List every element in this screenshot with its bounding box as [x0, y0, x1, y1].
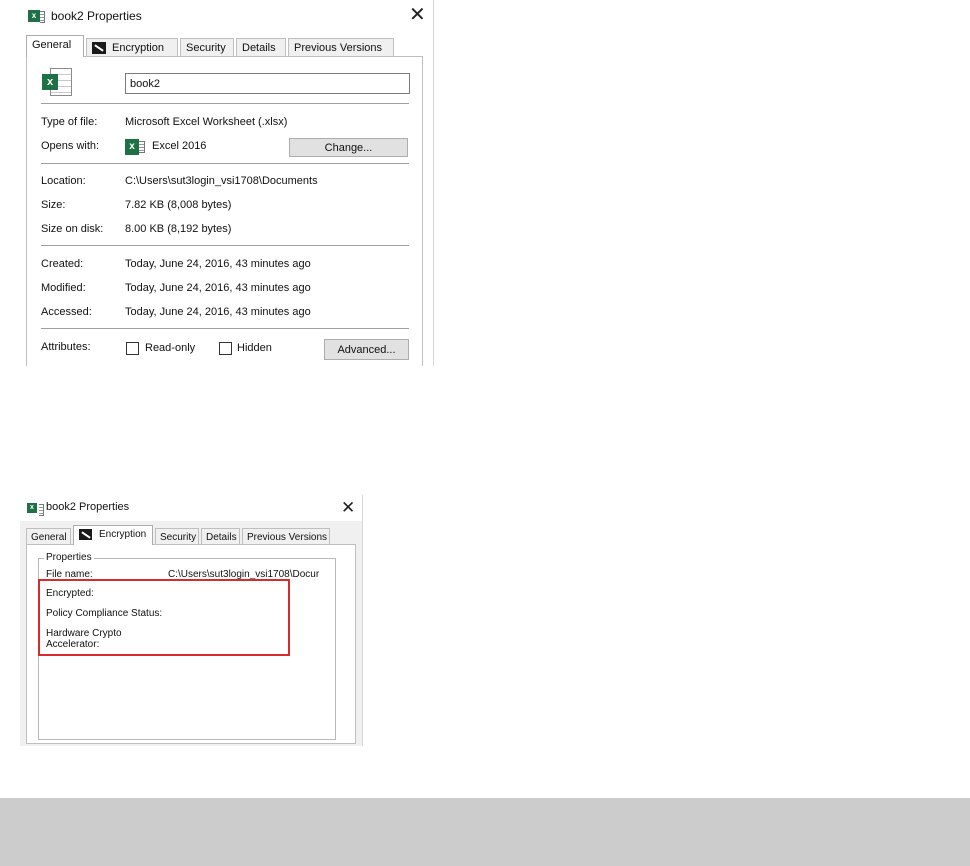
tab-previous-versions[interactable]: Previous Versions	[242, 528, 330, 545]
tab-general[interactable]: General	[26, 528, 71, 545]
excel-app-icon: x	[125, 139, 145, 155]
window-title: book2 Properties	[46, 501, 130, 513]
advanced-button[interactable]: Advanced...	[324, 339, 409, 360]
tab-security[interactable]: Security	[155, 528, 199, 545]
file-name-input[interactable]	[125, 73, 410, 94]
excel-file-icon: x	[42, 68, 72, 96]
tab-details[interactable]: Details	[236, 38, 286, 57]
properties-dialog-general: x book2 Properties ✕ General Encryption …	[16, 0, 434, 366]
change-button[interactable]: Change...	[289, 138, 408, 157]
divider	[41, 163, 409, 164]
readonly-label: Read-only	[145, 342, 196, 354]
location-value: C:\Users\sut3login_vsi1708\Documents	[125, 175, 318, 187]
size-value: 7.82 KB (8,008 bytes)	[125, 199, 232, 211]
excel-icon: x	[27, 503, 44, 516]
encryption-icon	[92, 42, 106, 54]
tab-encryption-label: Encryption	[112, 42, 164, 54]
divider	[41, 245, 409, 246]
hidden-label: Hidden	[237, 342, 272, 354]
tab-encryption[interactable]: Encryption	[86, 38, 178, 57]
tab-details[interactable]: Details	[201, 528, 240, 545]
bottom-band	[0, 798, 970, 866]
type-of-file-label: Type of file:	[41, 116, 98, 128]
divider	[41, 103, 409, 104]
divider	[41, 328, 409, 329]
title-bar: x book2 Properties ✕	[20, 495, 362, 521]
highlight-box	[38, 579, 290, 656]
size-on-disk-value: 8.00 KB (8,192 bytes)	[125, 223, 232, 235]
tab-security[interactable]: Security	[180, 38, 234, 57]
groupbox-title: Properties	[44, 552, 94, 563]
tab-general[interactable]: General	[26, 35, 84, 57]
excel-icon: x	[28, 10, 45, 23]
encryption-icon	[79, 529, 92, 540]
readonly-checkbox[interactable]	[126, 342, 139, 355]
tab-previous-versions[interactable]: Previous Versions	[288, 38, 394, 57]
close-icon[interactable]: ✕	[341, 498, 355, 518]
hidden-checkbox[interactable]	[219, 342, 232, 355]
title-bar: x book2 Properties ✕	[16, 0, 433, 32]
properties-dialog-encryption: x book2 Properties ✕ General Encryption …	[20, 495, 363, 746]
opens-with-value: Excel 2016	[152, 140, 207, 152]
location-label: Location:	[41, 175, 86, 187]
size-label: Size:	[41, 199, 66, 211]
accessed-value: Today, June 24, 2016, 43 minutes ago	[125, 306, 311, 318]
accessed-label: Accessed:	[41, 306, 92, 318]
created-label: Created:	[41, 258, 84, 270]
tab-encryption[interactable]: Encryption	[73, 525, 153, 545]
attributes-label: Attributes:	[41, 341, 91, 353]
tab-encryption-label: Encryption	[99, 529, 147, 540]
close-icon[interactable]: ✕	[409, 5, 426, 25]
size-on-disk-label: Size on disk:	[41, 223, 104, 235]
type-of-file-value: Microsoft Excel Worksheet (.xlsx)	[125, 116, 288, 128]
modified-label: Modified:	[41, 282, 86, 294]
created-value: Today, June 24, 2016, 43 minutes ago	[125, 258, 311, 270]
modified-value: Today, June 24, 2016, 43 minutes ago	[125, 282, 311, 294]
opens-with-label: Opens with:	[41, 140, 100, 152]
window-title: book2 Properties	[51, 9, 142, 23]
